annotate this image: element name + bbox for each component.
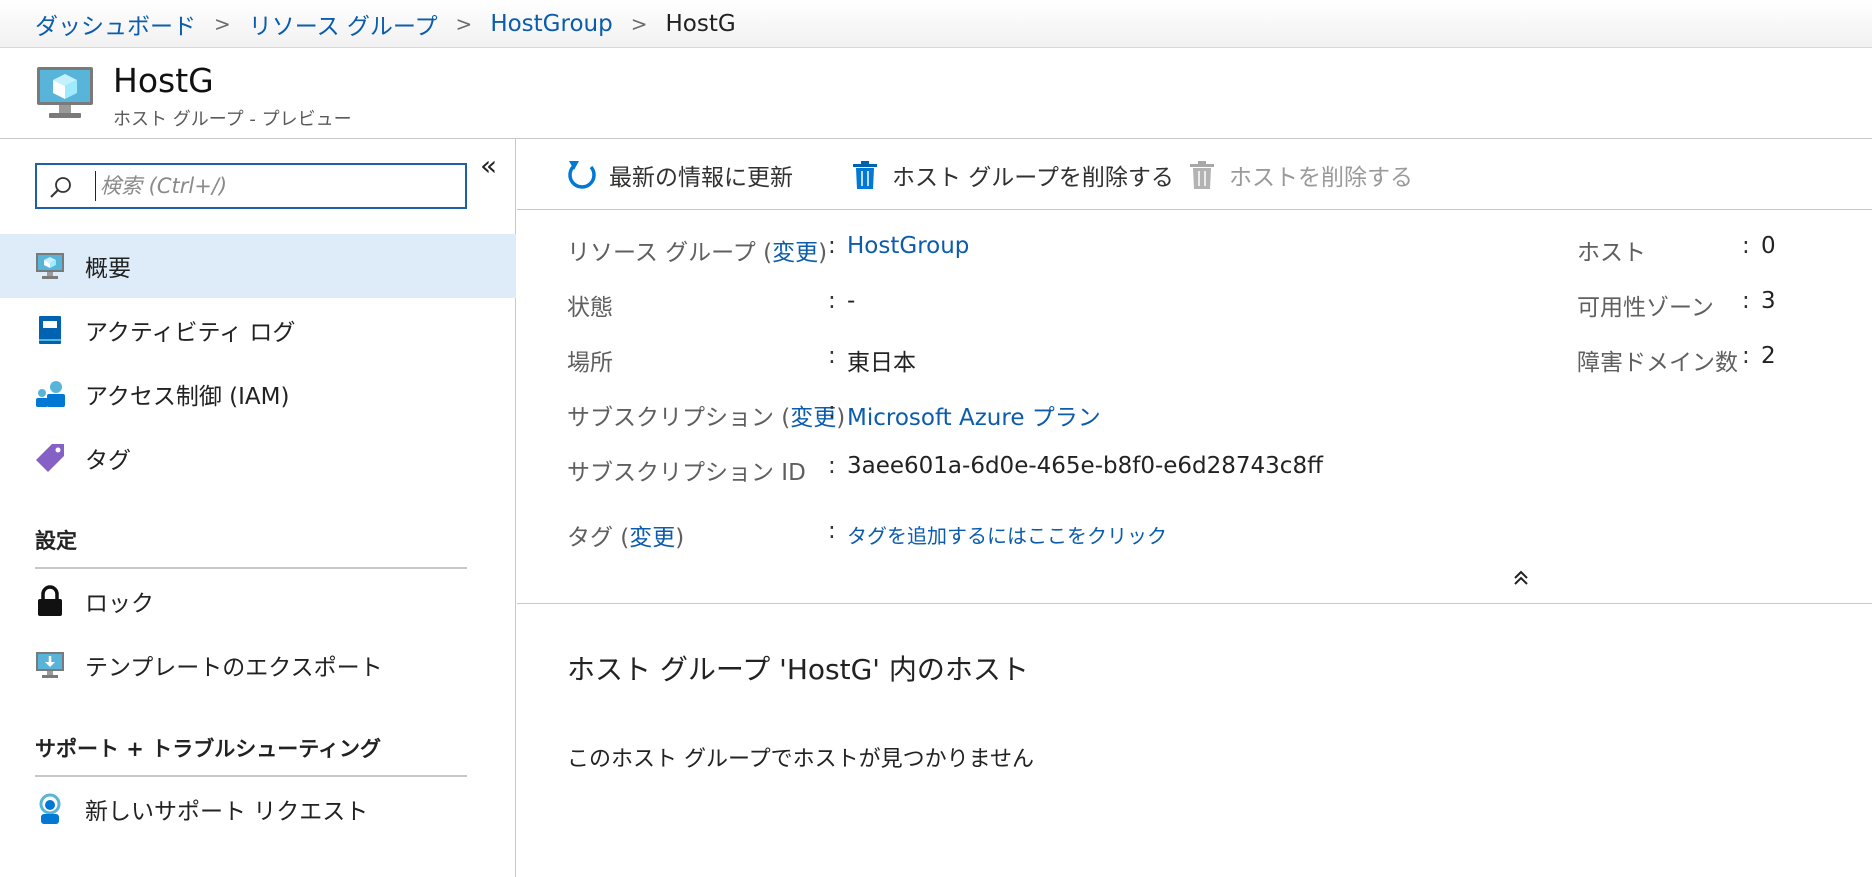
separator-colon: :: [1742, 233, 1750, 259]
separator-colon: :: [828, 398, 836, 424]
breadcrumb-hostgroup[interactable]: HostGroup: [490, 11, 612, 37]
activity-log-icon: [34, 314, 66, 346]
page-title: HostG: [113, 61, 214, 100]
sidebar-item-label: ロック: [85, 591, 154, 617]
separator-colon: :: [1742, 343, 1750, 369]
subscription-label: サブスクリプション (変更): [567, 405, 846, 431]
separator-colon: :: [828, 453, 836, 479]
resource-group-label-text: リソース グループ: [567, 240, 756, 266]
subscription-id-value: 3aee601a-6d0e-465e-b8f0-e6d28743c8ff: [847, 453, 1323, 479]
tags-label: タグ (変更): [567, 525, 685, 551]
breadcrumb: ダッシュボード > リソース グループ > HostGroup > HostG: [0, 0, 1872, 48]
sidebar-item-activity-log[interactable]: アクティビティ ログ: [0, 298, 516, 362]
hosts-value: 0: [1761, 233, 1776, 259]
fault-domains-value: 2: [1761, 343, 1776, 369]
breadcrumb-current: HostG: [665, 10, 736, 37]
command-bar: 最新の情報に更新 ホスト グループを削除する ホストを削除する: [517, 139, 1872, 210]
sidebar-item-label: アクティビティ ログ: [85, 320, 296, 346]
search-box: [35, 163, 467, 209]
location-label: 場所: [567, 350, 613, 376]
chevron-right-icon: >: [630, 11, 648, 36]
trash-icon: [1185, 158, 1219, 192]
sidebar-item-label: テンプレートのエクスポート: [85, 655, 383, 681]
tag-icon: [34, 442, 66, 474]
support-request-icon: [34, 793, 66, 825]
resource-group-value[interactable]: HostGroup: [847, 233, 969, 259]
trash-icon: [848, 158, 882, 192]
collapse-essentials-icon[interactable]: [1512, 569, 1530, 587]
status-value: -: [847, 288, 856, 314]
sidebar-item-label: 新しいサポート リクエスト: [85, 799, 369, 825]
delete-host-group-button[interactable]: ホスト グループを削除する: [848, 155, 1174, 195]
page-subtitle: ホスト グループ - プレビュー: [113, 109, 352, 130]
subscription-label-text: サブスクリプション: [567, 405, 774, 431]
delete-host-label: ホストを削除する: [1229, 165, 1413, 191]
sidebar-item-label: タグ: [85, 448, 131, 474]
tags-label-text: タグ: [567, 525, 613, 551]
sidebar-item-lock[interactable]: ロック: [0, 569, 516, 633]
separator-colon: :: [828, 343, 836, 369]
collapse-sidebar-icon[interactable]: «: [480, 149, 497, 182]
resource-group-label: リソース グループ (変更): [567, 240, 828, 266]
lock-icon: [34, 585, 66, 617]
availability-zones-label: 可用性ゾーン: [1577, 295, 1714, 321]
chevron-right-icon: >: [214, 11, 231, 36]
refresh-button[interactable]: 最新の情報に更新: [565, 155, 793, 195]
resource-header: HostG ホスト グループ - プレビュー: [0, 49, 1872, 139]
delete-host-group-label: ホスト グループを削除する: [892, 165, 1174, 191]
location-value: 東日本: [847, 350, 916, 376]
search-icon: [50, 177, 71, 198]
hosts-empty-message: このホスト グループでホストが見つかりません: [567, 747, 1035, 772]
separator-colon: :: [828, 518, 836, 544]
search-input[interactable]: [95, 171, 455, 201]
sidebar-item-access-control[interactable]: アクセス制御 (IAM): [0, 362, 516, 426]
subscription-id-label: サブスクリプション ID: [567, 460, 806, 486]
chevron-right-icon: >: [455, 11, 473, 36]
delete-host-button[interactable]: ホストを削除する: [1185, 155, 1413, 195]
sidebar-item-export-template[interactable]: テンプレートのエクスポート: [0, 633, 516, 697]
change-resource-group-link[interactable]: 変更: [772, 240, 818, 266]
refresh-icon: [565, 158, 599, 192]
access-control-icon: [34, 378, 66, 410]
export-template-icon: [34, 649, 66, 681]
refresh-label: 最新の情報に更新: [609, 165, 793, 191]
separator-colon: :: [828, 288, 836, 314]
separator-colon: :: [828, 233, 836, 259]
subscription-value[interactable]: Microsoft Azure プラン: [847, 398, 1101, 432]
availability-zones-value: 3: [1761, 288, 1776, 314]
sidebar-item-new-support-request[interactable]: 新しいサポート リクエスト: [0, 777, 516, 841]
add-tags-link[interactable]: タグを追加するにはここをクリック: [847, 520, 1167, 549]
sidebar-item-tags[interactable]: タグ: [0, 426, 516, 490]
overview-icon: [34, 250, 66, 282]
sidebar-item-overview[interactable]: 概要: [0, 234, 516, 298]
hosts-label: ホスト: [1577, 240, 1646, 266]
section-heading-support: サポート + トラブルシューティング: [35, 737, 381, 761]
hosts-section-title: ホスト グループ 'HostG' 内のホスト: [567, 653, 1029, 686]
change-tags-link[interactable]: 変更: [629, 525, 675, 551]
separator-colon: :: [1742, 288, 1750, 314]
section-heading-settings: 設定: [35, 529, 77, 553]
sidebar-item-label: アクセス制御 (IAM): [85, 384, 290, 410]
fault-domains-label: 障害ドメイン数: [1577, 350, 1738, 376]
host-group-icon: [37, 67, 93, 118]
sidebar: « 概要 アクティビティ ログ: [0, 139, 516, 877]
sidebar-item-label: 概要: [85, 256, 131, 282]
essentials-panel: リソース グループ (変更) : HostGroup 状態 : - 場所 : 東…: [517, 211, 1872, 604]
breadcrumb-resource-groups[interactable]: リソース グループ: [249, 7, 438, 41]
breadcrumb-dashboard[interactable]: ダッシュボード: [35, 7, 196, 41]
status-label: 状態: [567, 295, 613, 321]
